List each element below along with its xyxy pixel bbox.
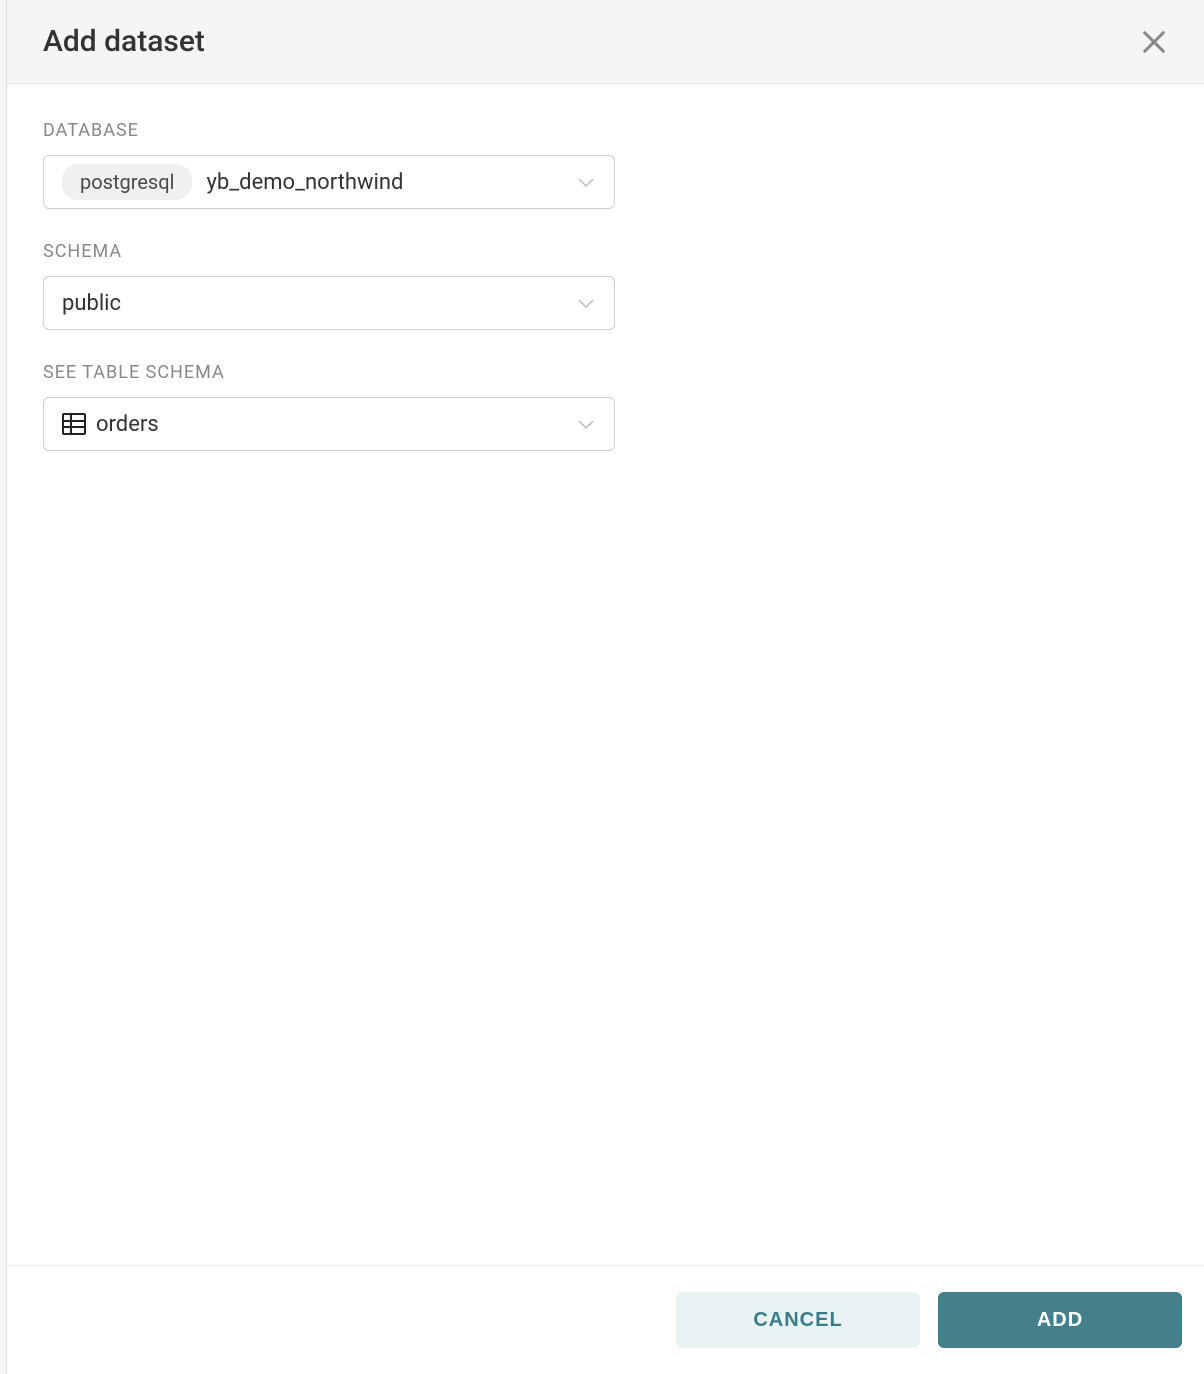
cancel-button[interactable]: CANCEL [676,1292,920,1348]
add-dataset-dialog: Add dataset DATABASE postgresql yb_demo_… [6,0,1204,1374]
database-type-badge: postgresql [62,164,192,200]
table-select[interactable]: orders [43,397,615,451]
schema-field-group: SCHEMA public [43,241,1168,330]
database-value: yb_demo_northwind [206,170,576,195]
table-field-group: SEE TABLE SCHEMA orders [43,362,1168,451]
schema-select[interactable]: public [43,276,615,330]
schema-value: public [62,291,576,316]
table-label: SEE TABLE SCHEMA [43,362,1168,383]
database-label: DATABASE [43,120,1168,141]
close-icon[interactable] [1140,28,1168,56]
dialog-footer: CANCEL ADD [7,1265,1204,1374]
table-icon [62,412,86,436]
chevron-down-icon [576,414,596,434]
dialog-header: Add dataset [7,0,1204,84]
chevron-down-icon [576,172,596,192]
add-button[interactable]: ADD [938,1292,1182,1348]
dialog-title: Add dataset [43,24,205,59]
schema-label: SCHEMA [43,241,1168,262]
table-value: orders [96,412,576,437]
chevron-down-icon [576,293,596,313]
database-field-group: DATABASE postgresql yb_demo_northwind [43,120,1168,209]
database-select[interactable]: postgresql yb_demo_northwind [43,155,615,209]
dialog-body: DATABASE postgresql yb_demo_northwind SC… [7,84,1204,1265]
